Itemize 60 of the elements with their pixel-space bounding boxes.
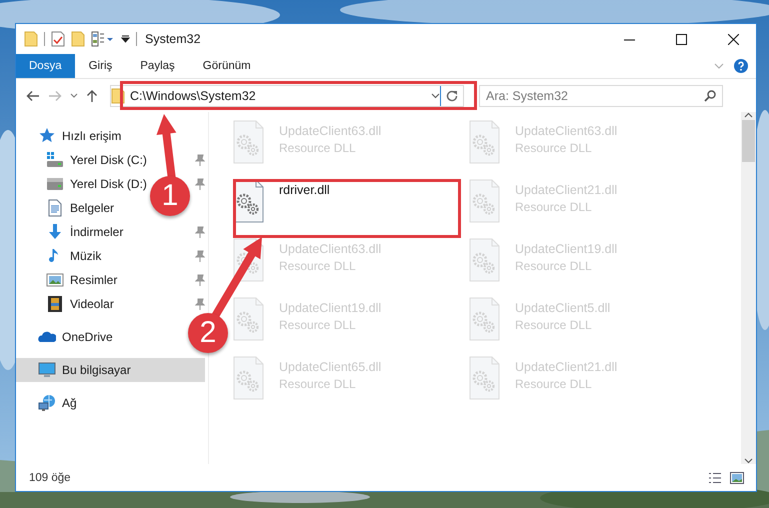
gear-file-icon — [468, 179, 501, 223]
nav-item[interactable]: Belgeler — [16, 196, 118, 220]
pin-icon[interactable] — [195, 178, 205, 190]
film-icon — [46, 295, 64, 313]
gear-file-icon — [468, 356, 501, 400]
view-dropdown-icon[interactable] — [91, 31, 115, 47]
nav-item[interactable]: Yerel Disk (C:) — [16, 148, 151, 172]
up-arrow-icon[interactable] — [86, 88, 98, 102]
ribbon-tab[interactable]: Paylaş — [126, 54, 189, 78]
down-arrow-icon — [46, 223, 64, 241]
customize-caret-icon[interactable] — [121, 35, 130, 43]
nav-item[interactable]: Bu bilgisayar — [16, 358, 205, 382]
drive-icon — [46, 151, 64, 169]
scrollbar-thumb[interactable] — [742, 120, 755, 162]
picture-icon — [46, 271, 64, 289]
refresh-icon[interactable] — [446, 90, 458, 102]
pin-icon[interactable] — [195, 298, 205, 310]
nav-item[interactable]: Ağ — [16, 391, 81, 415]
dropdown-caret-icon[interactable] — [431, 92, 440, 98]
close-icon — [728, 34, 738, 44]
pin-icon[interactable] — [195, 226, 205, 238]
gear-file-icon — [468, 297, 501, 341]
nav-item[interactable]: OneDrive — [16, 325, 117, 349]
ribbon-tab[interactable]: Görünüm — [188, 54, 265, 78]
large-icons-view-icon[interactable] — [730, 472, 744, 484]
drive-icon — [46, 175, 64, 193]
nav-item[interactable]: Hızlı erişim — [16, 124, 126, 148]
details-view-icon[interactable] — [708, 472, 722, 484]
ribbon-tab[interactable]: Giriş — [74, 54, 126, 78]
gear-file-icon — [232, 356, 265, 400]
nav-item[interactable]: Müzik — [16, 244, 106, 268]
help-icon[interactable] — [734, 59, 748, 73]
search-field[interactable]: Ara: System32 — [479, 84, 723, 106]
star-icon — [38, 127, 56, 145]
gear-file-icon — [468, 238, 501, 282]
ribbon-tab[interactable]: Dosya — [16, 54, 75, 78]
globe-monitor-icon — [38, 394, 56, 412]
gear-file-icon — [232, 297, 265, 341]
nav-item[interactable]: Resimler — [16, 268, 122, 292]
monitor-icon — [38, 361, 56, 379]
nav-item[interactable]: Yerel Disk (D:) — [16, 172, 151, 196]
pin-icon[interactable] — [195, 250, 205, 262]
address-field[interactable]: C:\Windows\System32 — [110, 84, 464, 106]
nav-item[interactable]: Videolar — [16, 292, 118, 316]
nav-item[interactable]: İndirmeler — [16, 220, 128, 244]
item-count: 109 öğe — [29, 472, 71, 484]
pin-icon[interactable] — [195, 274, 205, 286]
back-arrow-icon[interactable] — [26, 90, 40, 102]
window-title: System32 — [145, 32, 201, 46]
scroll-up-icon[interactable] — [744, 112, 753, 118]
gear-file-icon — [468, 120, 501, 164]
recent-caret-icon[interactable] — [70, 92, 78, 98]
scroll-down-icon[interactable] — [744, 458, 753, 464]
document-icon — [46, 199, 64, 217]
maximize-icon — [676, 34, 686, 44]
pin-icon[interactable] — [195, 154, 205, 166]
gear-file-icon — [232, 120, 265, 164]
properties-icon[interactable] — [51, 31, 65, 47]
search-icon[interactable] — [704, 90, 716, 102]
file-item[interactable]: rdriver.dll — [229, 177, 334, 225]
